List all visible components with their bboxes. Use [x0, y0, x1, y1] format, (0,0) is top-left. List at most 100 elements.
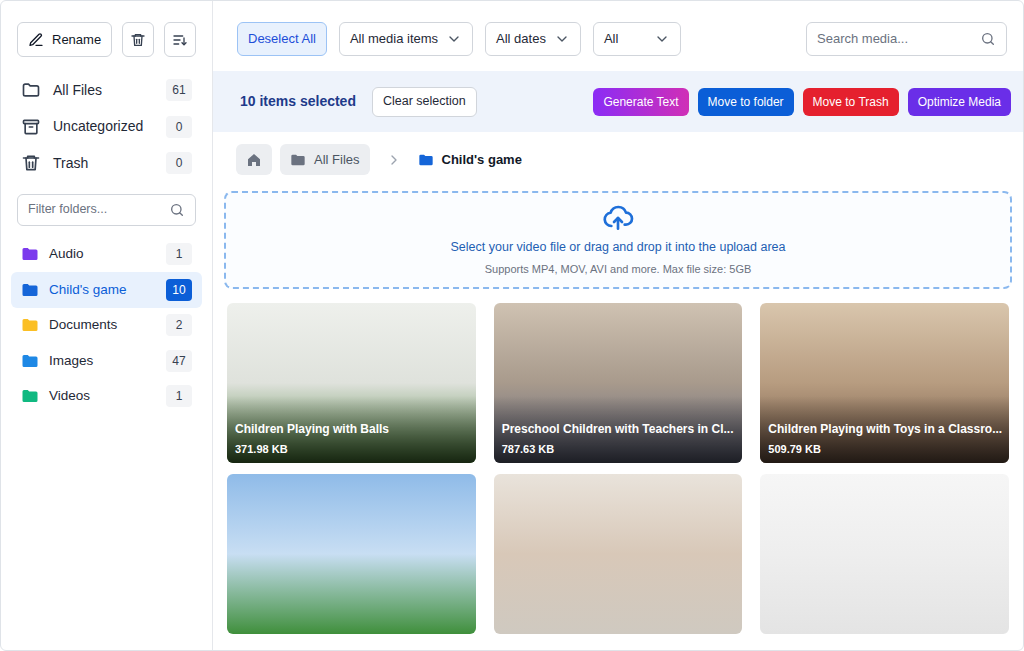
- count-badge: 1: [166, 243, 192, 265]
- count-badge: 47: [166, 350, 192, 372]
- folder-label: Videos: [49, 386, 90, 406]
- rename-label: Rename: [52, 30, 101, 50]
- filter-dropdown[interactable]: All dates: [485, 22, 581, 56]
- media-card[interactable]: Preschool Children with Teachers in Cl..…: [494, 303, 743, 463]
- folder-icon: [21, 352, 39, 370]
- selection-summary: 10 items selected: [240, 91, 356, 112]
- folder-icon: [418, 152, 434, 168]
- action-button[interactable]: Move to folder: [698, 88, 794, 116]
- search-box: [806, 22, 1007, 56]
- main-panel: Deselect All All media items All dates All 1…: [213, 1, 1023, 650]
- upload-hint: Supports MP4, MOV, AVI and more. Max fil…: [485, 261, 752, 278]
- sidebar-item[interactable]: Trash 0: [17, 145, 196, 182]
- folder-icon: [21, 281, 39, 299]
- filter-label: All media items: [350, 29, 438, 49]
- archive-icon-wrap: [21, 117, 41, 137]
- folder-swatch: [21, 281, 39, 299]
- upload-area[interactable]: Select your video file or drag and drop …: [224, 191, 1012, 289]
- sidebar-item-label: All Files: [53, 80, 102, 101]
- sort-button[interactable]: [164, 22, 196, 57]
- media-card[interactable]: Children Playing with Toys in a Classro.…: [760, 303, 1009, 463]
- action-button[interactable]: Optimize Media: [908, 88, 1011, 116]
- folder-icon: [290, 152, 306, 168]
- filter-dropdown[interactable]: All media items: [339, 22, 473, 56]
- folder-label: Images: [49, 351, 93, 371]
- action-label: Generate Text: [603, 95, 678, 109]
- media-caption: Children Playing with Toys in a Classro.…: [760, 396, 1009, 464]
- sidebar: Rename All Files 61 Uncategorized 0 Trash 0 Aud…: [1, 1, 213, 650]
- filter-label: All: [604, 29, 618, 49]
- media-grid: Children Playing with Balls371.98 KB Pres…: [227, 303, 1009, 634]
- action-label: Move to Trash: [813, 95, 889, 109]
- media-caption: Preschool Children with Teachers in Cl..…: [494, 396, 743, 464]
- folder-label: Child's game: [49, 280, 127, 300]
- archive-icon: [21, 117, 41, 137]
- sidebar-item[interactable]: Uncategorized 0: [17, 109, 196, 146]
- filter-label: All dates: [496, 29, 546, 49]
- folder-swatch: [21, 352, 39, 370]
- media-card[interactable]: Children Playing with Balls371.98 KB: [227, 303, 476, 463]
- media-title: Children Playing with Toys in a Classro.…: [768, 420, 1001, 438]
- separator: [386, 152, 402, 168]
- breadcrumb-label: All Files: [314, 150, 360, 170]
- clear-selection-button[interactable]: Clear selection: [372, 87, 477, 117]
- sort-icon: [172, 32, 188, 48]
- folder-swatch: [21, 316, 39, 334]
- folder-item[interactable]: Images 47: [11, 343, 202, 379]
- count-badge: 2: [166, 314, 192, 336]
- sidebar-toolbar: Rename: [17, 22, 196, 57]
- chevron-down-icon: [554, 31, 570, 47]
- search-input[interactable]: [817, 29, 972, 49]
- chevron-right-icon: [386, 152, 402, 168]
- folder-list: Audio 1 Child's game 10 Documents 2 Images 47 Vi…: [17, 237, 196, 415]
- count-badge: 0: [166, 152, 192, 174]
- folder-icon: [21, 245, 39, 263]
- media-title: Preschool Children with Teachers in Cl..…: [502, 420, 735, 438]
- media-card[interactable]: [760, 474, 1009, 634]
- count-badge: 0: [166, 116, 192, 138]
- search-icon: [169, 202, 185, 218]
- sidebar-item[interactable]: All Files 61: [17, 72, 196, 109]
- rename-button[interactable]: Rename: [17, 22, 112, 57]
- home-icon: [246, 152, 262, 168]
- trash-icon: [21, 153, 41, 173]
- sidebar-item-label: Trash: [53, 153, 88, 174]
- action-label: Optimize Media: [918, 95, 1001, 109]
- folder-item[interactable]: Audio 1: [11, 237, 202, 273]
- chevron-down-icon: [446, 31, 462, 47]
- count-badge: 61: [166, 79, 192, 101]
- folder-icon-wrap: [21, 80, 41, 100]
- filter-folders-input[interactable]: [28, 200, 161, 219]
- delete-folder-button[interactable]: [122, 22, 154, 57]
- media-card[interactable]: [227, 474, 476, 634]
- filter-folders: [17, 194, 196, 226]
- cloud-upload-icon: [602, 202, 634, 234]
- count-badge: 10: [166, 279, 192, 301]
- chevron-down-icon: [654, 31, 670, 47]
- deselect-all-button[interactable]: Deselect All: [237, 22, 327, 56]
- folder-item[interactable]: Videos1: [11, 379, 202, 415]
- media-size: 509.79 KB: [768, 441, 1001, 458]
- media-title: Children Playing with Balls: [235, 420, 468, 438]
- folder-icon: [21, 316, 39, 334]
- filter-dropdown[interactable]: All: [593, 22, 681, 56]
- folder-swatch: [21, 387, 39, 405]
- breadcrumb: All FilesChild's game: [213, 132, 1023, 175]
- pencil-icon: [28, 32, 44, 48]
- breadcrumb-item[interactable]: All Files: [280, 144, 370, 175]
- media-card[interactable]: [494, 474, 743, 634]
- folder-label: Documents: [49, 315, 117, 335]
- action-button[interactable]: Generate Text: [593, 88, 688, 116]
- home-button[interactable]: [236, 144, 272, 175]
- trash-icon-wrap: [21, 153, 41, 173]
- selection-bar: 10 items selected Clear selection Generate…: [213, 71, 1023, 132]
- folder-icon: [21, 387, 39, 405]
- folder-label: Audio: [49, 244, 84, 264]
- sidebar-nav: All Files 61 Uncategorized 0 Trash 0: [17, 72, 196, 182]
- media-caption: Children Playing with Balls371.98 KB: [227, 396, 476, 464]
- folder-item[interactable]: Child's game 10: [11, 272, 202, 308]
- sidebar-item-label: Uncategorized: [53, 116, 143, 137]
- action-button[interactable]: Move to Trash: [803, 88, 899, 116]
- folder-item[interactable]: Documents 2: [11, 308, 202, 344]
- media-size: 787.63 KB: [502, 441, 735, 458]
